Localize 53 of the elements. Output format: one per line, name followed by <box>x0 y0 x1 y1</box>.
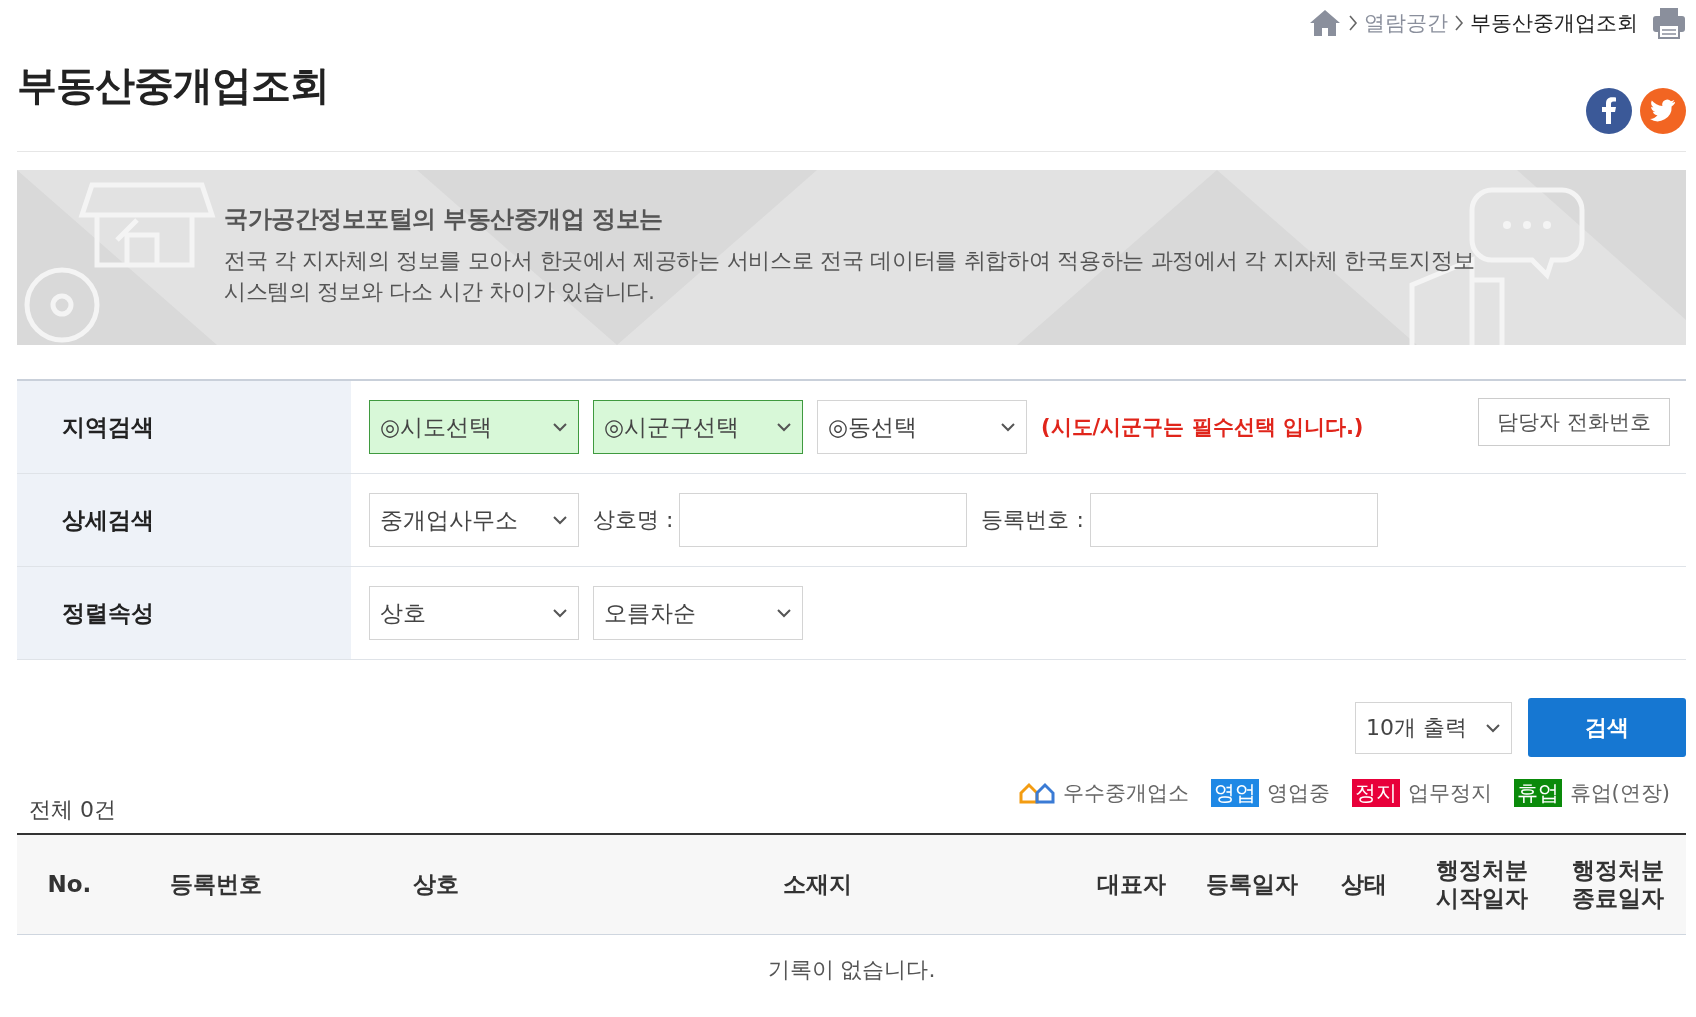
column-header: 행정처분 종료일자 <box>1549 834 1686 934</box>
page-title: 부동산중개업조회 <box>17 61 329 110</box>
page-size-select[interactable]: 10개 출력 <box>1355 702 1512 754</box>
legend-label: 업무정지 <box>1407 780 1492 807</box>
field-label: 상호명 : <box>593 506 674 534</box>
chevron-down-icon <box>776 608 792 618</box>
column-header: 대표자 <box>1073 834 1189 934</box>
print-icon[interactable] <box>1652 7 1686 39</box>
select-field[interactable]: 중개업사무소 <box>369 493 579 547</box>
chevron-down-icon <box>552 422 568 432</box>
status-badge: 영업 <box>1210 779 1259 807</box>
breadcrumb-link[interactable]: 부동산중개업조회 <box>1470 9 1638 37</box>
status-badge: 휴업 <box>1513 779 1562 807</box>
select-field[interactable]: 오름차순 <box>593 586 803 640</box>
input-field[interactable] <box>679 493 968 547</box>
chevron-down-icon <box>552 608 568 618</box>
contact-button[interactable]: 담당자 전화번호 <box>1478 398 1670 446</box>
facebook-icon[interactable] <box>1586 88 1632 134</box>
column-header: 등록일자 <box>1188 834 1315 934</box>
legend-label: 휴업(연장) <box>1569 780 1670 807</box>
field-label: 등록번호 : <box>981 506 1084 534</box>
chevron-right-icon <box>1348 14 1358 32</box>
chevron-right-icon <box>1454 14 1464 32</box>
row-label: 상세검색 <box>17 474 351 566</box>
column-header: No. <box>17 834 122 934</box>
required-note: (시도/시군구는 필수선택 입니다.) <box>1041 414 1364 441</box>
select-field[interactable]: ◎시군구선택 <box>593 400 803 454</box>
column-header: 소재지 <box>561 834 1074 934</box>
legend-label: 우수중개업소 <box>1062 780 1189 807</box>
row-label: 정렬속성 <box>17 567 351 659</box>
search-button[interactable]: 검색 <box>1528 698 1686 757</box>
home-icon[interactable] <box>1308 8 1342 38</box>
row-label: 지역검색 <box>17 381 351 473</box>
banner-heading: 국가공간정보포털의 부동산중개업 정보는 <box>224 204 664 235</box>
input-field[interactable] <box>1089 493 1378 547</box>
column-header: 등록번호 <box>121 834 310 934</box>
chevron-down-icon <box>552 515 568 525</box>
total-count: 전체 0건 <box>29 796 116 824</box>
chevron-down-icon <box>1485 723 1501 733</box>
banner-text: 전국 각 지자체의 정보를 모아서 한곳에서 제공하는 서비스로 전국 데이터를 취합하여 적용하는 과정에서 각 지자체 한국토지정보시스템의 정보와 다소 시간 차이가 있습니다. <box>224 247 1476 306</box>
empty-message: 기록이 없습니다. <box>17 934 1686 1006</box>
column-header: 행정처분 시작일자 <box>1413 834 1550 934</box>
twitter-icon[interactable] <box>1640 88 1686 134</box>
column-header: 상태 <box>1314 834 1414 934</box>
status-badge: 정지 <box>1351 779 1400 807</box>
select-field[interactable]: 상호 <box>369 586 579 640</box>
chevron-down-icon <box>776 422 792 432</box>
houses-icon <box>1018 781 1055 805</box>
legend-label: 영업중 <box>1266 780 1330 807</box>
select-field[interactable]: ◎동선택 <box>817 400 1027 454</box>
column-header: 상호 <box>309 834 562 934</box>
chevron-down-icon <box>1000 422 1016 432</box>
select-field[interactable]: ◎시도선택 <box>369 400 579 454</box>
